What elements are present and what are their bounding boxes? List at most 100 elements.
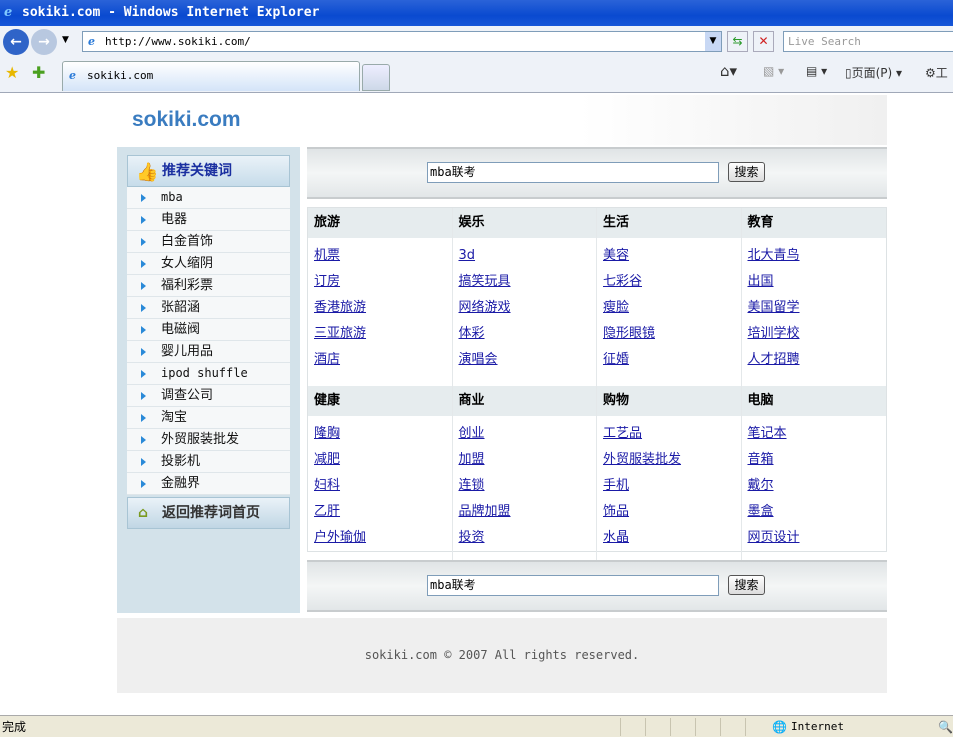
sidebar-keyword[interactable]: 外贸服装批发 [127, 429, 290, 451]
category-link[interactable]: 订房 [314, 272, 452, 298]
category-link[interactable]: 3d [459, 246, 597, 272]
stop-icon[interactable]: ✕ [753, 31, 774, 52]
live-search-input[interactable]: Live Search [783, 31, 953, 52]
home-icon: ⌂ [138, 505, 149, 521]
sidebar-keyword[interactable]: 白金首饰 [127, 231, 290, 253]
address-dropdown-icon[interactable]: ▼ [705, 32, 721, 51]
arrow-icon [141, 194, 146, 202]
category-link[interactable]: 七彩谷 [603, 272, 741, 298]
sidebar-keyword[interactable]: 福利彩票 [127, 275, 290, 297]
category-link[interactable]: 户外瑜伽 [314, 528, 452, 554]
sidebar-keyword[interactable]: 张韶涵 [127, 297, 290, 319]
category-link[interactable]: 墨盒 [748, 502, 887, 528]
history-dropdown-icon[interactable]: ▼ [62, 35, 69, 45]
category-column: 健康隆胸 减肥 妇科 乙肝 户外瑜伽 [308, 386, 453, 564]
category-link[interactable]: 工艺品 [603, 424, 741, 450]
sidebar-keyword[interactable]: 淘宝 [127, 407, 290, 429]
category-link[interactable]: 培训学校 [748, 324, 887, 350]
category-link[interactable]: 妇科 [314, 476, 452, 502]
print-icon[interactable]: ▤ ▾ [806, 64, 827, 78]
category-section: 旅游 机票 订房 香港旅游 三亚旅游 酒店 娱乐 3d 搞笑玩具 网络游戏 体彩 演唱会 生活 美容 七彩谷… [308, 208, 886, 386]
category-link[interactable]: 香港旅游 [314, 298, 452, 324]
page-menu[interactable]: ▯页面(P) ▾ [845, 64, 902, 81]
forward-button[interactable]: → [31, 29, 57, 55]
category-link[interactable]: 北大青鸟 [748, 246, 887, 272]
home-icon[interactable]: ⌂▾ [720, 62, 737, 80]
category-link[interactable]: 三亚旅游 [314, 324, 452, 350]
category-link[interactable]: 美容 [603, 246, 741, 272]
arrow-icon [141, 238, 146, 246]
search-input-bottom[interactable]: mba联考 [427, 575, 719, 596]
site-logo[interactable]: sokiki.com [132, 108, 241, 132]
category-link[interactable]: 搞笑玩具 [459, 272, 597, 298]
url-text: http://www.sokiki.com/ [105, 35, 251, 48]
search-input[interactable]: mba联考 [427, 162, 719, 183]
tools-menu[interactable]: ⚙工 [925, 64, 948, 81]
security-zone: Internet [791, 720, 844, 733]
address-bar[interactable]: e http://www.sokiki.com/ [82, 31, 722, 52]
category-link[interactable]: 网页设计 [748, 528, 887, 554]
search-button[interactable]: 搜索 [728, 162, 765, 182]
category-link[interactable]: 投资 [459, 528, 597, 554]
category-link[interactable]: 体彩 [459, 324, 597, 350]
category-link[interactable]: 连锁 [459, 476, 597, 502]
sidebar-keyword[interactable]: 电磁阀 [127, 319, 290, 341]
category-link[interactable]: 品牌加盟 [459, 502, 597, 528]
keyword-label: 电磁阀 [161, 322, 201, 337]
back-button[interactable]: ← [3, 29, 29, 55]
category-link[interactable]: 戴尔 [748, 476, 887, 502]
tab-sokiki[interactable]: e sokiki.com [62, 61, 360, 91]
category-link[interactable]: 外贸服装批发 [603, 450, 741, 476]
arrow-icon [141, 304, 146, 312]
sidebar-keyword[interactable]: 金融界 [127, 473, 290, 495]
category-link[interactable]: 征婚 [603, 350, 741, 376]
category-link[interactable]: 加盟 [459, 450, 597, 476]
back-to-keywords-button[interactable]: ⌂ 返回推荐词首页 [127, 497, 290, 529]
category-link[interactable]: 乙肝 [314, 502, 452, 528]
keyword-label: 婴儿用品 [161, 344, 214, 359]
category-title: 健康 [308, 386, 452, 416]
refresh-icon[interactable]: ⇆ [727, 31, 748, 52]
category-link[interactable]: 隐形眼镜 [603, 324, 741, 350]
sidebar-keyword[interactable]: 婴儿用品 [127, 341, 290, 363]
category-link[interactable]: 网络游戏 [459, 298, 597, 324]
category-link[interactable]: 饰品 [603, 502, 741, 528]
sidebar-keyword[interactable]: 调查公司 [127, 385, 290, 407]
arrow-icon [141, 414, 146, 422]
favorites-star-icon[interactable]: ★ [5, 63, 19, 82]
category-column: 购物 工艺品 外贸服装批发 手机 饰品 水晶 [597, 386, 742, 564]
category-title: 生活 [597, 208, 741, 238]
category-link[interactable]: 手机 [603, 476, 741, 502]
feeds-icon[interactable]: ▧ ▾ [763, 64, 784, 78]
sidebar-keyword[interactable]: 电器 [127, 209, 290, 231]
new-tab-button[interactable] [362, 64, 390, 91]
category-link[interactable]: 出国 [748, 272, 887, 298]
add-favorites-icon[interactable]: ✚ [32, 63, 45, 82]
category-link[interactable]: 瘦脸 [603, 298, 741, 324]
arrow-icon [141, 216, 146, 224]
category-link[interactable]: 隆胸 [314, 424, 452, 450]
category-link[interactable]: 笔记本 [748, 424, 887, 450]
category-link[interactable]: 减肥 [314, 450, 452, 476]
category-column: 电脑 笔记本 音箱 戴尔 墨盒 网页设计 [741, 386, 887, 564]
arrow-icon [141, 392, 146, 400]
sidebar-keyword[interactable]: mba [127, 187, 290, 209]
category-link[interactable]: 酒店 [314, 350, 452, 376]
category-link[interactable]: 音箱 [748, 450, 887, 476]
arrow-icon [141, 282, 146, 290]
arrow-icon [141, 436, 146, 444]
category-link[interactable]: 机票 [314, 246, 452, 272]
zoom-icon[interactable]: 🔍 [938, 716, 953, 738]
category-link[interactable]: 人才招聘 [748, 350, 887, 376]
search-button-bottom[interactable]: 搜索 [728, 575, 765, 595]
category-link[interactable]: 创业 [459, 424, 597, 450]
sidebar-keyword[interactable]: ipod shuffle [127, 363, 290, 385]
sidebar-title: 👍 推荐关键词 [127, 155, 290, 187]
category-column: 娱乐 3d 搞笑玩具 网络游戏 体彩 演唱会 [452, 208, 597, 386]
category-link[interactable]: 美国留学 [748, 298, 887, 324]
sidebar-keyword[interactable]: 女人缩阴 [127, 253, 290, 275]
keyword-label: 福利彩票 [161, 278, 214, 293]
category-link[interactable]: 水晶 [603, 528, 741, 554]
category-link[interactable]: 演唱会 [459, 350, 597, 376]
sidebar-keyword[interactable]: 投影机 [127, 451, 290, 473]
